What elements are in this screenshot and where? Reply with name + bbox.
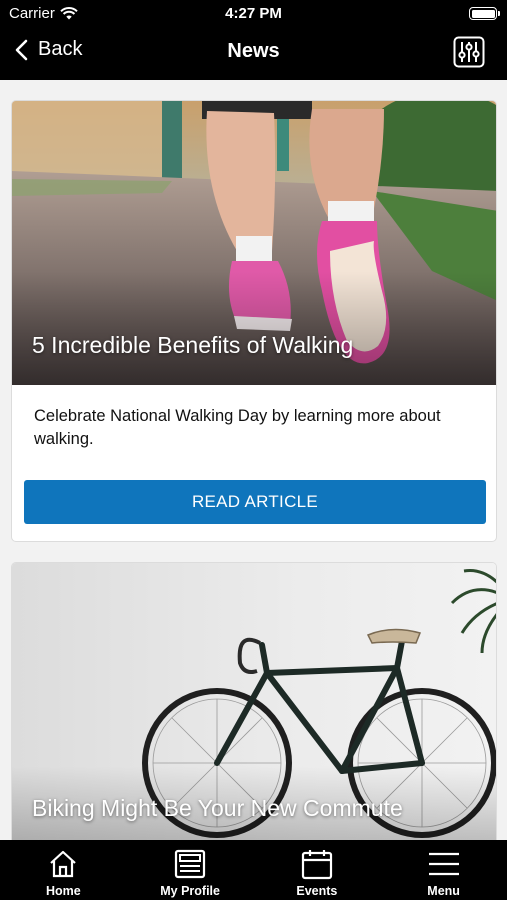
tab-menu[interactable]: Menu — [380, 840, 507, 900]
read-article-button[interactable]: READ ARTICLE — [24, 480, 486, 524]
filter-sliders-icon[interactable] — [453, 36, 485, 68]
page-title: News — [227, 40, 280, 62]
article-card[interactable]: 5 Incredible Benefits of Walking Celebra… — [11, 100, 497, 542]
tab-label: Events — [296, 884, 338, 898]
tab-home[interactable]: Home — [0, 840, 127, 900]
menu-icon — [428, 852, 459, 876]
battery-icon — [469, 7, 500, 20]
article-headline[interactable]: Biking Might Be Your New Commute — [32, 795, 403, 822]
tab-bar: Home My Profile Events Menu — [0, 840, 507, 900]
tab-label: Menu — [427, 884, 460, 898]
profile-icon — [175, 849, 206, 879]
status-bar: Carrier 4:27 PM — [0, 0, 507, 28]
tab-label: My Profile — [160, 884, 220, 898]
article-headline[interactable]: 5 Incredible Benefits of Walking — [32, 332, 353, 359]
article-summary: Celebrate National Walking Day by learni… — [34, 407, 441, 448]
top-bar: Carrier 4:27 PM Back News — [0, 0, 507, 80]
home-icon — [50, 850, 77, 878]
calendar-icon — [301, 850, 332, 880]
article-card[interactable]: Biking Might Be Your New Commute — [11, 562, 497, 840]
article-image-biking[interactable]: Biking Might Be Your New Commute — [12, 563, 496, 840]
tab-label: Home — [46, 884, 81, 898]
news-feed[interactable]: 5 Incredible Benefits of Walking Celebra… — [0, 80, 507, 840]
clock: 4:27 PM — [225, 5, 282, 22]
navigation-bar: Back News — [0, 28, 507, 80]
article-image-walking[interactable]: 5 Incredible Benefits of Walking — [12, 101, 496, 385]
tab-events[interactable]: Events — [254, 840, 381, 900]
tab-my-profile[interactable]: My Profile — [127, 840, 254, 900]
